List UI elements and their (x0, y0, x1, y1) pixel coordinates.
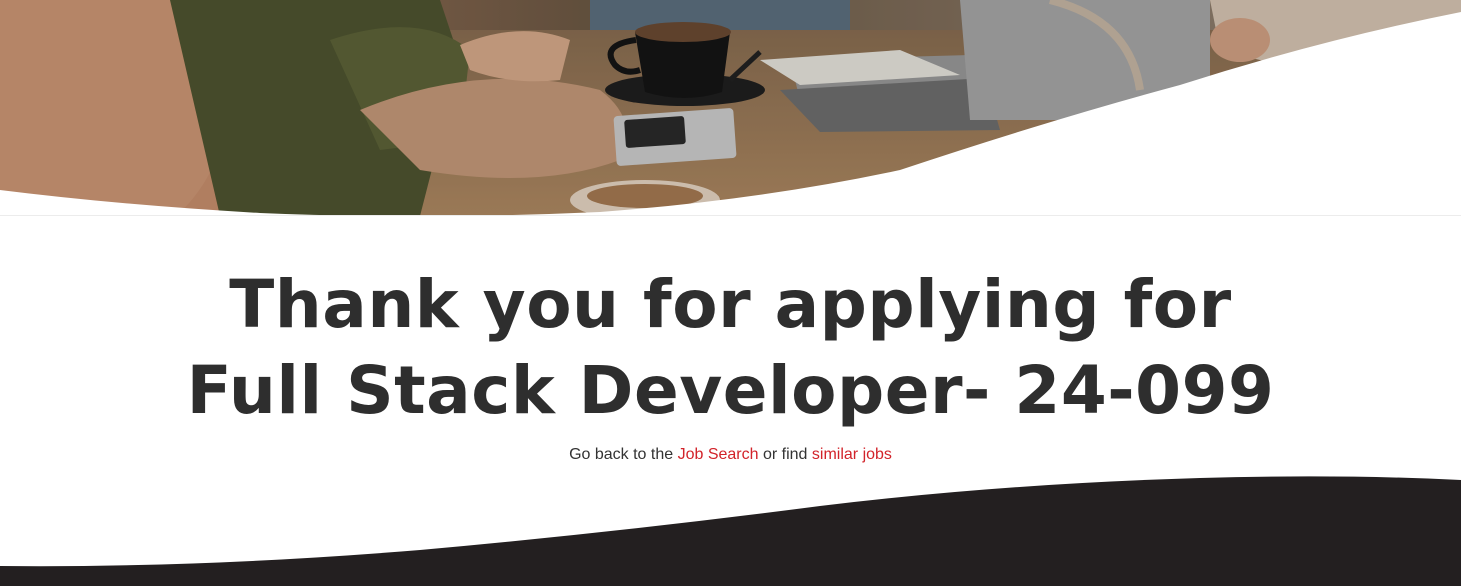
hero-banner-image (0, 0, 1461, 216)
footer-wave (0, 470, 1461, 586)
or-find-text: or find (762, 446, 808, 463)
confirmation-section: Thank you for applying for Full Stack De… (0, 262, 1461, 464)
footer-background (0, 476, 1461, 586)
page-title: Thank you for applying for Full Stack De… (186, 266, 1275, 429)
similar-jobs-link[interactable]: similar jobs (812, 446, 892, 463)
page: Thank you for applying for Full Stack De… (0, 0, 1461, 586)
hero-photo (0, 0, 1461, 216)
navigation-links-line: Go back to the Job Search or find simila… (0, 446, 1461, 464)
hero-divider (0, 215, 1461, 216)
job-search-link[interactable]: Job Search (678, 446, 759, 463)
back-prefix-text: Go back to the (569, 446, 674, 463)
